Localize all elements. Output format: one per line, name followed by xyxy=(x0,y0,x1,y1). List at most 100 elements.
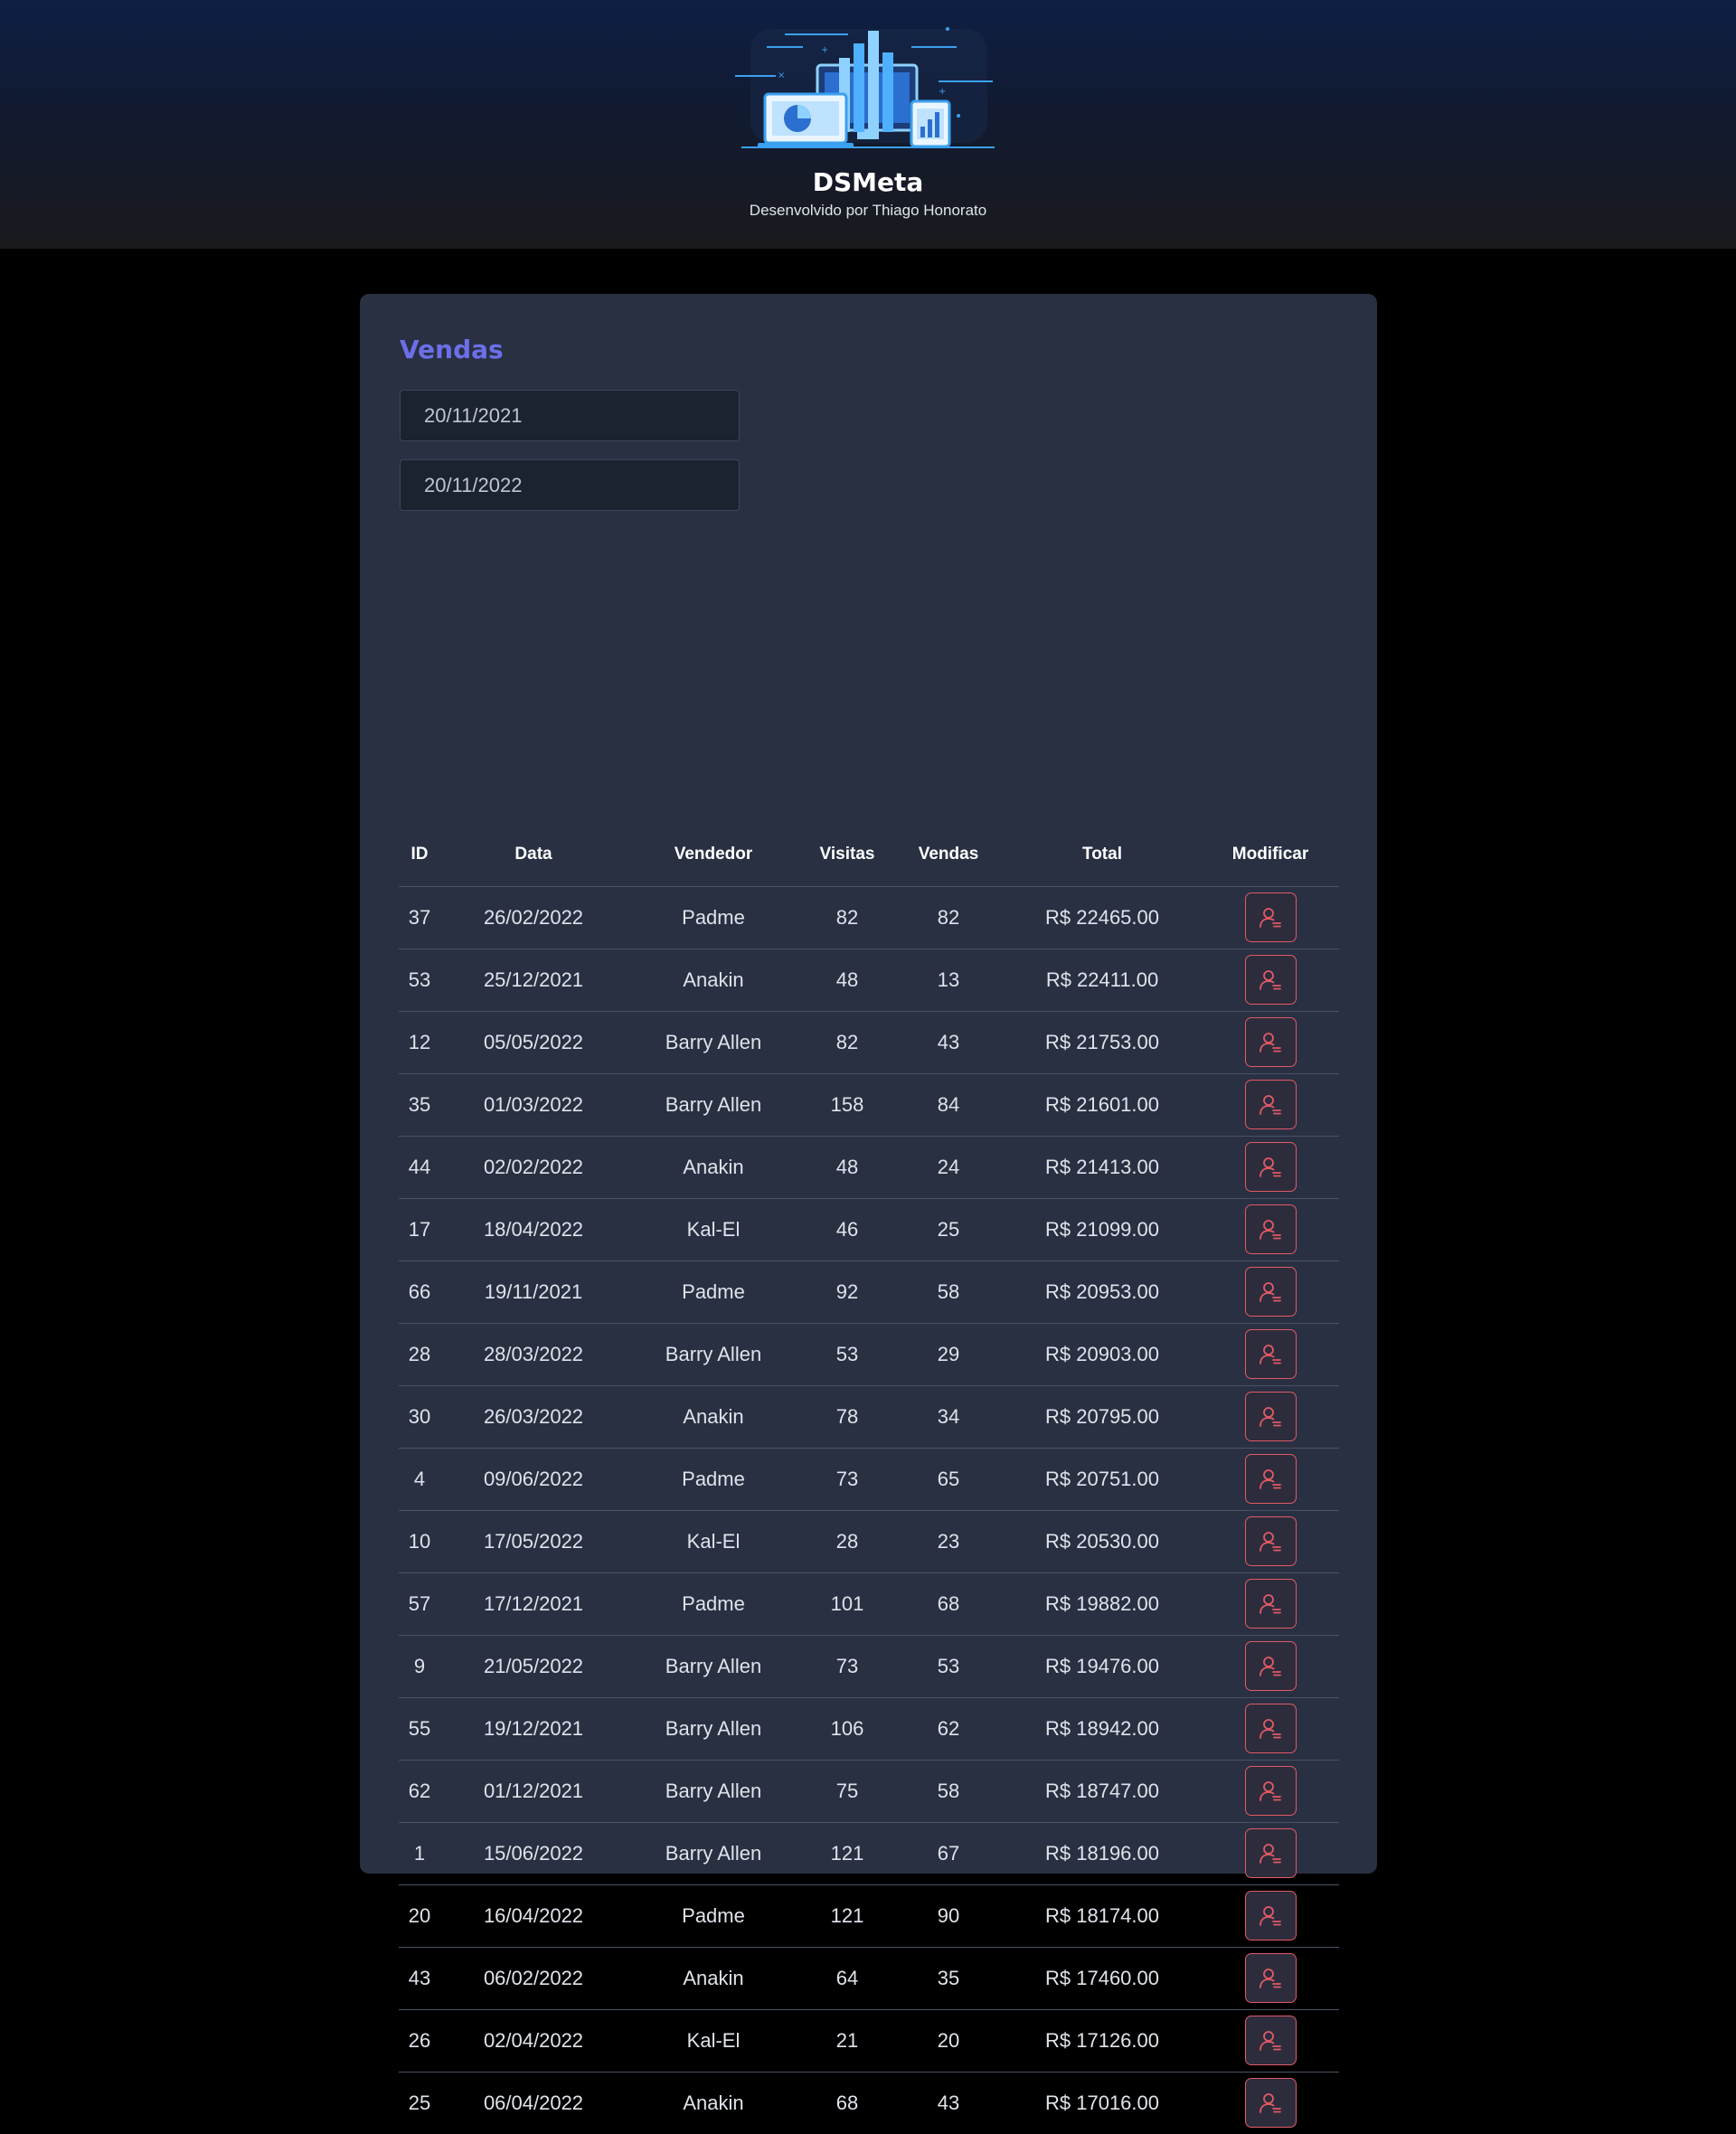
notify-seller-button[interactable] xyxy=(1244,1766,1297,1816)
col-header-visits: Visitas xyxy=(800,824,894,887)
cell-id: 43 xyxy=(399,1947,440,2010)
notify-seller-button[interactable] xyxy=(1244,1891,1297,1940)
notify-seller-button[interactable] xyxy=(1244,1454,1297,1504)
cell-seller: Anakin xyxy=(627,1136,800,1199)
cell-total: R$ 18174.00 xyxy=(1003,1884,1202,1948)
brand-title: DSMeta xyxy=(812,167,924,197)
cell-total: R$ 20751.00 xyxy=(1003,1448,1202,1511)
cell-total: R$ 21601.00 xyxy=(1003,1073,1202,1137)
cell-id: 35 xyxy=(399,1073,440,1137)
cell-visits: 82 xyxy=(800,886,894,949)
cell-modify xyxy=(1202,1884,1339,1948)
table-row: 25 06/04/2022 Anakin 68 43 R$ 17016.00 xyxy=(399,2072,1339,2134)
cell-modify xyxy=(1202,2009,1339,2073)
cell-seller: Barry Allen xyxy=(627,1822,800,1885)
user-notify-icon xyxy=(1260,1094,1281,1115)
cell-total: R$ 21753.00 xyxy=(1003,1011,1202,1074)
cell-sales: 43 xyxy=(894,1011,1003,1074)
cell-modify xyxy=(1202,1448,1339,1511)
cell-id: 4 xyxy=(399,1448,440,1511)
cell-date: 06/02/2022 xyxy=(440,1947,627,2010)
cell-id: 1 xyxy=(399,1822,440,1885)
notify-seller-button[interactable] xyxy=(1244,1142,1297,1192)
cell-modify xyxy=(1202,1635,1339,1698)
table-row: 26 02/04/2022 Kal-El 21 20 R$ 17126.00 xyxy=(399,2009,1339,2073)
cell-date: 02/04/2022 xyxy=(440,2009,627,2073)
cell-seller: Barry Allen xyxy=(627,1635,800,1698)
notify-seller-button[interactable] xyxy=(1244,1329,1297,1379)
cell-sales: 67 xyxy=(894,1822,1003,1885)
cell-seller: Anakin xyxy=(627,949,800,1012)
user-notify-icon xyxy=(1260,1905,1281,1926)
cell-date: 19/12/2021 xyxy=(440,1697,627,1761)
notify-seller-button[interactable] xyxy=(1244,1017,1297,1067)
brand-subtitle: Desenvolvido por Thiago Honorato xyxy=(749,202,987,219)
cell-date: 01/12/2021 xyxy=(440,1760,627,1823)
notify-seller-button[interactable] xyxy=(1244,892,1297,942)
user-notify-icon xyxy=(1260,2030,1281,2051)
notify-seller-button[interactable] xyxy=(1244,1704,1297,1753)
cell-seller: Padme xyxy=(627,1884,800,1948)
cell-date: 16/04/2022 xyxy=(440,1884,627,1948)
notify-seller-button[interactable] xyxy=(1244,2016,1297,2065)
cell-id: 25 xyxy=(408,2091,431,2114)
notify-seller-button[interactable] xyxy=(1244,1204,1297,1254)
notify-seller-button[interactable] xyxy=(1244,2078,1297,2129)
cell-date: 05/05/2022 xyxy=(440,1011,627,1074)
cell-modify xyxy=(1202,1697,1339,1761)
table-row: 35 01/03/2022 Barry Allen 158 84 R$ 21601.00 xyxy=(399,1073,1339,1137)
cell-total: R$ 18196.00 xyxy=(1003,1822,1202,1885)
cell-id: 57 xyxy=(399,1572,440,1636)
cell-date: 19/11/2021 xyxy=(440,1261,627,1324)
notify-seller-button[interactable] xyxy=(1244,955,1297,1005)
cell-date: 02/02/2022 xyxy=(440,1136,627,1199)
cell-visits: 73 xyxy=(800,1635,894,1698)
svg-text:+: + xyxy=(821,45,828,55)
cell-id: 66 xyxy=(399,1261,440,1324)
notify-seller-button[interactable] xyxy=(1244,1392,1297,1441)
cell-modify xyxy=(1202,1198,1339,1261)
notify-seller-button[interactable] xyxy=(1244,1953,1297,2003)
cell-modify xyxy=(1202,2072,1339,2134)
cell-total: R$ 21099.00 xyxy=(1003,1198,1202,1261)
cell-modify xyxy=(1202,886,1339,949)
cell-total: R$ 17126.00 xyxy=(1003,2009,1202,2073)
cell-modify xyxy=(1202,1947,1339,2010)
user-notify-icon xyxy=(1260,1843,1281,1864)
cell-visits: 48 xyxy=(800,1136,894,1199)
cell-visits: 106 xyxy=(800,1697,894,1761)
notify-seller-button[interactable] xyxy=(1244,1516,1297,1566)
notify-seller-button[interactable] xyxy=(1244,1828,1297,1878)
cell-date: 17/12/2021 xyxy=(440,1572,627,1636)
table-row: 53 25/12/2021 Anakin 48 13 R$ 22411.00 xyxy=(399,949,1339,1012)
notify-seller-button[interactable] xyxy=(1244,1267,1297,1317)
cell-visits: 48 xyxy=(800,949,894,1012)
notify-seller-button[interactable] xyxy=(1244,1641,1297,1691)
cell-id: 55 xyxy=(399,1697,440,1761)
min-date-input[interactable] xyxy=(400,390,740,441)
cell-id: 12 xyxy=(399,1011,440,1074)
page-header: × + + DSMeta Desenvolvido por Thiago Hon… xyxy=(0,0,1736,249)
user-notify-icon xyxy=(1260,1718,1281,1739)
cell-seller: Padme xyxy=(627,1448,800,1511)
cell-total: R$ 20795.00 xyxy=(1003,1385,1202,1449)
cell-visits: 53 xyxy=(800,1323,894,1386)
cell-visits: 46 xyxy=(800,1198,894,1261)
cell-date: 17/05/2022 xyxy=(440,1510,627,1573)
user-notify-icon xyxy=(1260,1157,1281,1177)
cell-sales: 62 xyxy=(894,1697,1003,1761)
cell-id: 10 xyxy=(399,1510,440,1573)
sales-card-title: Vendas xyxy=(400,335,504,364)
notify-seller-button[interactable] xyxy=(1244,1579,1297,1629)
cell-total: R$ 18747.00 xyxy=(1003,1760,1202,1823)
cell-id: 9 xyxy=(399,1635,440,1698)
cell-seller: Barry Allen xyxy=(627,1760,800,1823)
cell-date: 25/12/2021 xyxy=(440,949,627,1012)
max-date-input[interactable] xyxy=(400,459,740,511)
user-notify-icon xyxy=(1260,1593,1281,1614)
notify-seller-button[interactable] xyxy=(1244,1080,1297,1129)
user-notify-icon xyxy=(1260,2092,1281,2113)
cell-date: 28/03/2022 xyxy=(440,1323,627,1386)
cell-total: R$ 22411.00 xyxy=(1003,949,1202,1012)
cell-visits: 121 xyxy=(800,1884,894,1948)
